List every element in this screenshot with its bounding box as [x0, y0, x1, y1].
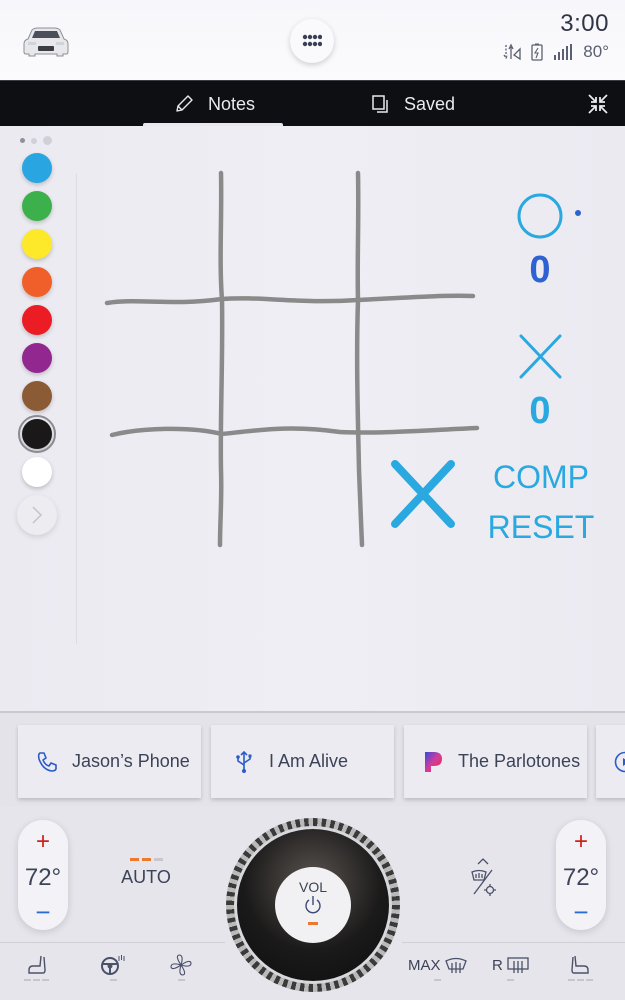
play-icon [614, 751, 625, 772]
color-palette [14, 136, 60, 535]
climate-controls: + 72° − AUTO VOL + 72° − MAX R [0, 806, 625, 1000]
rear-defrost-icon [507, 957, 529, 973]
grid-line-horizontal-2 [109, 425, 480, 438]
x-mark [391, 460, 455, 528]
fan-icon [170, 954, 192, 976]
volume-knob[interactable]: VOL [226, 818, 400, 992]
color-swatch-red[interactable] [22, 305, 52, 335]
fan-level-indicator [118, 858, 174, 861]
page-dot [43, 136, 52, 145]
chevron-right-icon [32, 506, 43, 524]
heated-steering-wheel-icon [101, 955, 125, 975]
drawing-canvas[interactable]: 0 0 COMP RESET [80, 126, 625, 711]
palette-divider [76, 174, 77, 644]
color-swatch-brown[interactable] [22, 381, 52, 411]
comp-label: COMP [493, 459, 589, 495]
fan-level-bar [129, 858, 139, 861]
source-card-media[interactable] [596, 725, 625, 798]
copy-icon [372, 95, 388, 113]
source-card-label: The Parlotones [458, 751, 581, 771]
color-swatch-orange[interactable] [22, 267, 52, 297]
fan-speed-button[interactable] [170, 954, 192, 988]
usb-icon [236, 750, 252, 773]
reset-label: RESET [488, 509, 595, 545]
apps-button[interactable] [290, 19, 334, 63]
page-dot [31, 137, 37, 144]
color-swatch-green[interactable] [22, 191, 52, 221]
status-icons: 80° [503, 42, 609, 62]
driver-temperature-control: + 72° − [18, 820, 68, 930]
passenger-heated-seat-button[interactable] [568, 954, 593, 988]
grid-line-horizontal-1 [104, 293, 476, 306]
driver-temp-value: 72° [24, 864, 62, 891]
o-score: 0 [529, 249, 550, 291]
auto-label: AUTO [121, 867, 171, 887]
passenger-temperature-control: + 72° − [556, 820, 606, 930]
climate-divider [0, 942, 225, 943]
color-swatch-yellow[interactable] [22, 229, 52, 259]
clock: 3:00 [560, 10, 609, 37]
pandora-icon [425, 751, 442, 772]
rear-defrost-button[interactable]: R [492, 954, 530, 988]
heated-steering-wheel-button[interactable] [100, 954, 126, 988]
color-swatch-purple[interactable] [22, 343, 52, 373]
status-bar: 3:00 80° [0, 0, 625, 80]
fan-level-bar [141, 858, 151, 861]
color-swatch-white[interactable] [22, 457, 52, 487]
signal-icon [554, 44, 573, 60]
max-defrost-button[interactable]: MAX [408, 954, 468, 988]
power-icon [305, 896, 321, 914]
defrost-auto-icon[interactable] [466, 858, 500, 900]
rear-label: R [492, 956, 503, 974]
source-card-label: I Am Alive [269, 751, 349, 771]
source-card-label: Jason’s Phone [72, 751, 190, 771]
front-defrost-icon [444, 957, 467, 973]
grid-line-vertical-1 [217, 170, 225, 548]
power-indicator [308, 922, 318, 925]
drawing-area: 0 0 COMP RESET [0, 126, 625, 711]
passenger-temp-down-button[interactable]: − [556, 899, 606, 925]
driver-temp-down-button[interactable]: − [18, 899, 68, 925]
o-score-symbol [517, 193, 563, 239]
driver-temp-up-button[interactable]: + [18, 830, 68, 854]
source-card-pandora[interactable]: The Parlotones [404, 725, 587, 798]
phone-icon [37, 751, 57, 772]
tab-saved[interactable]: Saved [370, 81, 455, 127]
heated-seat-icon [27, 955, 46, 974]
max-label: MAX [408, 956, 441, 974]
tab-notes[interactable]: Notes [174, 81, 255, 127]
fan-level-bar [153, 858, 163, 861]
notes-app-header: Notes Saved [0, 80, 625, 127]
passenger-temp-value: 72° [562, 864, 600, 891]
data-transfer-icon [503, 43, 521, 61]
tab-saved-label: Saved [404, 93, 456, 114]
auto-climate-button[interactable]: AUTO [118, 858, 174, 888]
more-colors-button[interactable] [17, 495, 57, 535]
passenger-temp-up-button[interactable]: + [556, 830, 606, 854]
x-score-symbol [519, 334, 562, 379]
cursor-dot [575, 210, 581, 216]
color-swatch-black[interactable] [18, 415, 56, 453]
collapse-icon[interactable] [587, 93, 609, 115]
source-card-usb[interactable]: I Am Alive [211, 725, 394, 798]
page-dot [20, 138, 25, 143]
page-indicator [20, 136, 60, 145]
tab-notes-label: Notes [208, 93, 256, 114]
climate-divider [402, 942, 625, 943]
outside-temperature: 80° [583, 42, 609, 61]
volume-power-button[interactable]: VOL [275, 867, 351, 943]
apps-grid-icon [302, 34, 322, 47]
color-swatch-blue[interactable] [22, 153, 52, 183]
recent-sources-bar: Jason’s Phone I Am Alive The Parlotones [0, 711, 625, 806]
grid-line-vertical-2 [354, 170, 365, 548]
x-score: 0 [529, 390, 550, 432]
passenger-seat-icon [570, 955, 589, 974]
car-icon[interactable] [22, 25, 70, 57]
driver-heated-seat-button[interactable] [24, 954, 49, 988]
pencil-icon [176, 95, 193, 112]
source-card-phone[interactable]: Jason’s Phone [18, 725, 201, 798]
volume-label: VOL [298, 879, 327, 895]
battery-charging-icon [531, 43, 543, 61]
